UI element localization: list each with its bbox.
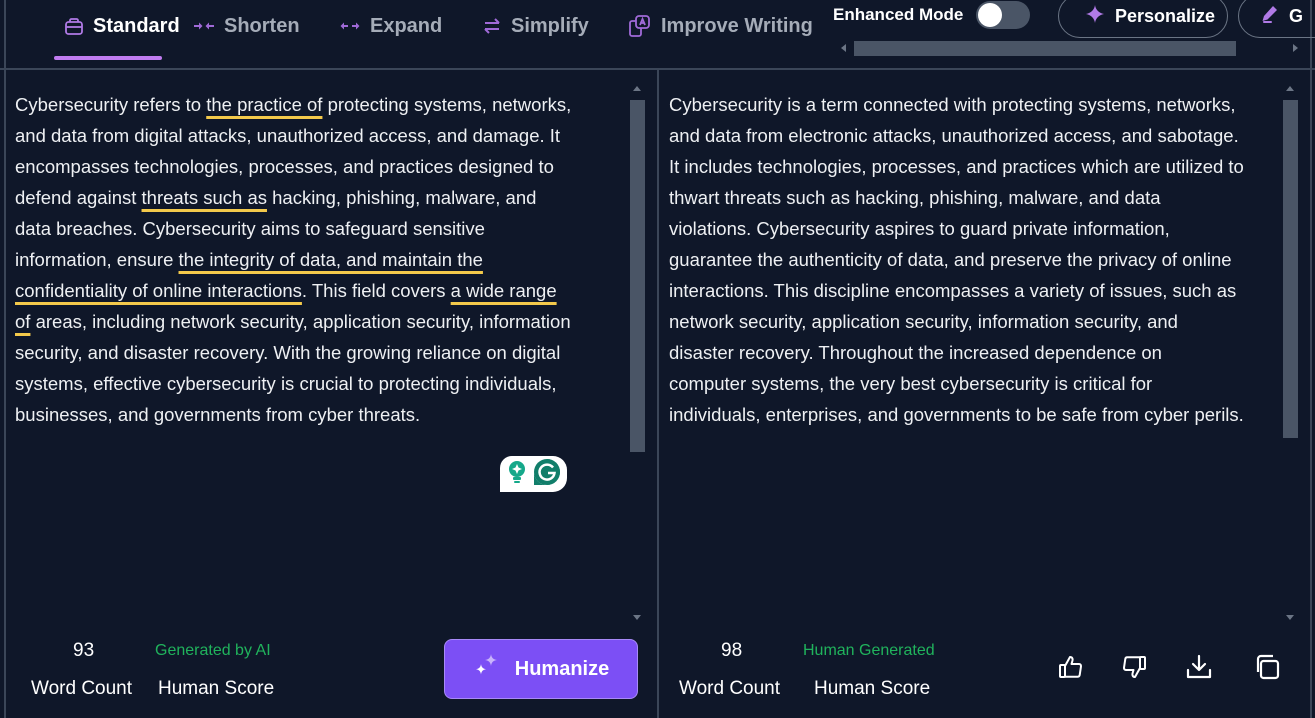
human-score-label: Human Score <box>814 678 931 699</box>
bag-icon <box>64 16 84 36</box>
word-count-label: Word Count <box>679 678 781 699</box>
thumbs-up-icon <box>1058 654 1084 685</box>
output-word-count: 98 <box>721 640 743 661</box>
tab-simplify[interactable]: Simplify <box>482 12 589 40</box>
arrows-in-icon <box>193 19 215 33</box>
download-button[interactable] <box>1185 654 1213 684</box>
text-segment: Cybersecurity refers to <box>15 94 207 115</box>
highlighted-phrase[interactable]: the practice of <box>206 94 322 115</box>
scroll-down-arrow-icon[interactable] <box>633 615 641 620</box>
grammar-label: G <box>1289 5 1304 26</box>
download-icon <box>1185 654 1213 685</box>
copy-button[interactable] <box>1253 654 1281 684</box>
scrollbar-thumb[interactable] <box>630 100 645 452</box>
tab-label: Standard <box>93 14 180 37</box>
tab-standard[interactable]: Standard <box>64 12 180 40</box>
pencil-icon <box>1259 4 1279 29</box>
text-segment: areas, including network security, appli… <box>15 311 571 425</box>
scroll-right-arrow-icon[interactable] <box>1293 44 1298 52</box>
copy-icon <box>1253 653 1281 686</box>
highlighted-phrase[interactable]: threats such as <box>142 187 267 208</box>
tab-label: Expand <box>370 14 443 37</box>
text-segment: . This field covers <box>301 280 451 301</box>
human-score-label: Human Score <box>158 678 275 699</box>
enhanced-mode-label: Enhanced Mode <box>833 5 964 24</box>
input-word-count: 93 <box>73 640 95 661</box>
grammar-button[interactable]: G <box>1238 0 1315 38</box>
toggle-knob <box>978 3 1002 27</box>
arrows-out-icon <box>339 19 361 33</box>
scroll-up-arrow-icon[interactable] <box>1286 86 1294 91</box>
tab-improve-writing[interactable]: Improve Writing <box>628 12 813 40</box>
panel-divider <box>657 70 659 718</box>
output-text-area[interactable]: Cybersecurity is a term connected with p… <box>669 89 1244 430</box>
input-human-score-status: Generated by AI <box>155 642 271 659</box>
sparkles-icon <box>473 652 501 686</box>
tab-label: Improve Writing <box>661 14 813 37</box>
humanize-button[interactable]: Humanize <box>444 639 638 699</box>
tab-label: Simplify <box>511 14 589 37</box>
sparkle-icon <box>1085 4 1105 29</box>
output-human-score-status: Human Generated <box>803 642 935 659</box>
active-tab-indicator <box>54 56 162 60</box>
input-vertical-scrollbar[interactable] <box>629 86 645 620</box>
scrollbar-thumb[interactable] <box>854 41 1236 56</box>
lightbulb-icon <box>507 460 527 489</box>
thumbs-up-button[interactable] <box>1057 654 1085 684</box>
scrollbar-thumb[interactable] <box>1283 100 1298 438</box>
toolbar-horizontal-scrollbar[interactable] <box>838 40 1308 56</box>
output-vertical-scrollbar[interactable] <box>1282 86 1298 620</box>
tab-shorten[interactable]: Shorten <box>193 12 300 40</box>
thumbs-down-icon <box>1121 654 1147 685</box>
input-text-area[interactable]: Cybersecurity refers to the practice of … <box>15 89 575 430</box>
scroll-up-arrow-icon[interactable] <box>633 86 641 91</box>
scroll-down-arrow-icon[interactable] <box>1286 615 1294 620</box>
grammarly-widget[interactable] <box>500 456 567 492</box>
personalize-label: Personalize <box>1115 5 1216 26</box>
mode-toolbar: Standard Shorten Expand Simplify Improve… <box>0 0 1315 70</box>
grammarly-logo-icon <box>533 458 561 491</box>
word-count-label: Word Count <box>31 678 133 699</box>
personalize-button[interactable]: Personalize <box>1058 0 1228 38</box>
enhanced-mode-toggle[interactable] <box>976 1 1030 29</box>
humanize-label: Humanize <box>514 657 610 680</box>
tab-expand[interactable]: Expand <box>339 12 442 40</box>
swap-arrows-icon <box>482 16 502 36</box>
thumbs-down-button[interactable] <box>1120 654 1148 684</box>
scroll-left-arrow-icon[interactable] <box>841 44 846 52</box>
tab-label: Shorten <box>224 14 300 37</box>
improve-writing-icon <box>628 14 652 38</box>
